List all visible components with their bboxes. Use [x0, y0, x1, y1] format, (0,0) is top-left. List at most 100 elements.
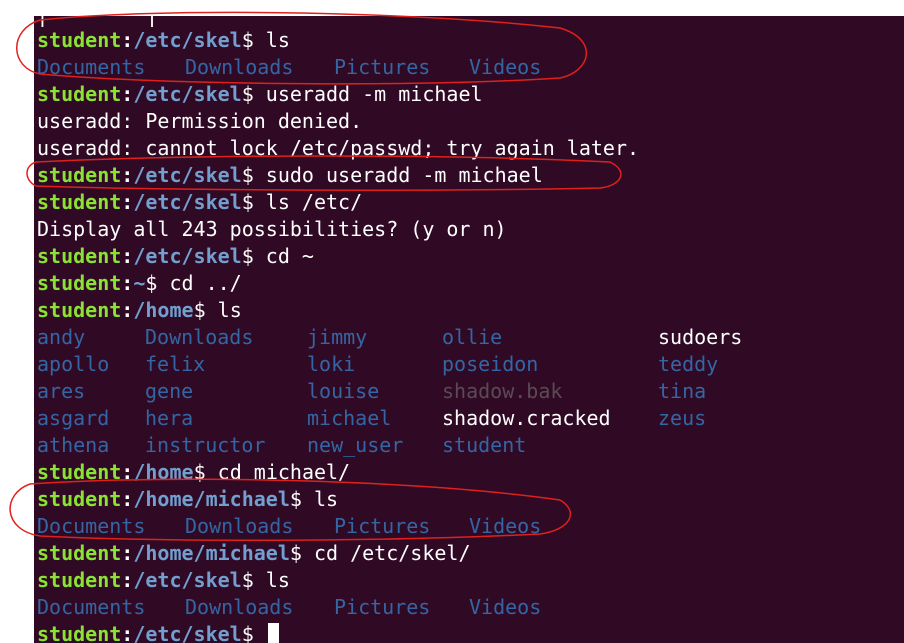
prompt-path: /etc/skel — [133, 82, 242, 106]
prompt-colon: : — [121, 271, 134, 295]
directory-entry: Videos — [469, 55, 542, 79]
terminal-window[interactable]: [ ] student:/etc/skel$ lsDocumentsDownlo… — [34, 16, 904, 643]
prompt-line: student:/etc/skel$ ls — [37, 567, 639, 594]
prompt-user: student — [37, 541, 122, 565]
prompt-line: student:/etc/skel$ ls /etc/ — [37, 189, 639, 216]
prompt-line: student:~$ cd ../ — [37, 270, 639, 297]
home-entry: instructor — [145, 433, 266, 457]
prompt-dollar: $ — [241, 163, 254, 187]
prompt-line: student:/home$ ls — [37, 297, 639, 324]
command-text: ls — [253, 28, 290, 52]
prompt-path: /etc/skel — [133, 28, 242, 52]
prompt-user: student — [37, 28, 122, 52]
prompt-colon: : — [121, 244, 134, 268]
prompt-dollar: $ — [193, 460, 206, 484]
home-entry: tina — [658, 379, 707, 403]
output-line: Display all 243 possibilities? (y or n) — [37, 217, 507, 241]
prompt-path: /etc/skel — [133, 244, 242, 268]
home-entry: ollie — [442, 325, 503, 349]
prompt-dollar: $ — [193, 298, 206, 322]
prompt-user: student — [37, 82, 122, 106]
prompt-dollar: $ — [241, 622, 254, 643]
prompt-user: student — [37, 298, 122, 322]
prompt-dollar: $ — [145, 271, 158, 295]
prompt-dollar: $ — [241, 28, 254, 52]
command-text: ls — [205, 298, 242, 322]
prompt-line: student:/etc/skel$ sudo useradd -m micha… — [37, 162, 639, 189]
home-entry: teddy — [658, 352, 719, 376]
directory-entry: Downloads — [185, 55, 294, 79]
prompt-line: student:/etc/skel$ ls — [37, 27, 639, 54]
home-entry: sudoers — [658, 325, 743, 349]
prompt-colon: : — [121, 541, 134, 565]
home-entry: felix — [145, 352, 206, 376]
home-entry: jimmy — [307, 325, 368, 349]
home-entry: gene — [145, 379, 194, 403]
home-entry: andy — [37, 325, 86, 349]
home-entry: hera — [145, 406, 194, 430]
output-line: useradd: Permission denied. — [37, 109, 363, 133]
prompt-path: /etc/skel — [133, 622, 242, 643]
prompt-user: student — [37, 460, 122, 484]
prompt-dollar: $ — [241, 190, 254, 214]
prompt-user: student — [37, 244, 122, 268]
prompt-colon: : — [121, 568, 134, 592]
prompt-path: /home/michael — [133, 541, 290, 565]
directory-entry: Pictures — [334, 595, 431, 619]
prompt-path: /etc/skel — [133, 163, 242, 187]
directory-listing-line: Documents Downloads Pictures Videos — [37, 54, 639, 81]
prompt-colon: : — [121, 622, 134, 643]
home-entry: new_user — [307, 433, 404, 457]
prompt-user: student — [37, 271, 122, 295]
directory-listing-line: Documents Downloads Pictures Videos — [37, 513, 639, 540]
home-entry: shadow.bak — [442, 379, 563, 403]
prompt-line: student:/home/michael$ cd /etc/skel/ — [37, 540, 639, 567]
directory-entry: Documents — [37, 514, 146, 538]
prompt-line: student:/etc/skel$ useradd -m michael — [37, 81, 639, 108]
command-text: cd ~ — [253, 244, 314, 268]
command-text: ls — [301, 487, 339, 511]
home-entry: asgard — [37, 406, 110, 430]
home-entry: ares — [37, 379, 86, 403]
home-entry: Downloads — [145, 325, 254, 349]
home-entry: michael — [307, 406, 392, 430]
prompt-line: student:/etc/skel$ — [37, 621, 639, 643]
prompt-line: student:/home/michael$ ls — [37, 486, 639, 513]
prompt-line: student:/etc/skel$ cd ~ — [37, 243, 639, 270]
directory-entry: Downloads — [185, 514, 294, 538]
home-directory-listing: andy Downloads jimmy ollie sudoers apollo feli… — [37, 324, 742, 459]
prompt-user: student — [37, 487, 122, 511]
home-entry: shadow.cracked — [442, 406, 611, 430]
prompt-user: student — [37, 190, 122, 214]
prompt-user: student — [37, 622, 122, 643]
command-text: cd /etc/skel/ — [301, 541, 471, 565]
command-text: useradd -m michael — [253, 82, 483, 106]
prompt-colon: : — [121, 487, 134, 511]
home-entry: student — [442, 433, 527, 457]
prompt-user: student — [37, 568, 122, 592]
home-entry: loki — [307, 352, 356, 376]
prompt-colon: : — [121, 190, 134, 214]
directory-entry: Videos — [469, 595, 542, 619]
directory-listing-line: Documents Downloads Pictures Videos — [37, 594, 639, 621]
prompt-path: /etc/skel — [133, 568, 242, 592]
command-text — [254, 622, 266, 643]
prompt-dollar: $ — [289, 487, 302, 511]
prompt-path: /etc/skel — [133, 190, 242, 214]
prompt-colon: : — [121, 163, 134, 187]
command-text: ls /etc/ — [253, 190, 363, 214]
home-entry: apollo — [37, 352, 110, 376]
prompt-path: /home — [133, 298, 194, 322]
prompt-path: ~ — [133, 271, 146, 295]
command-text: cd michael/ — [205, 460, 351, 484]
prompt-user: student — [37, 163, 122, 187]
directory-entry: Pictures — [334, 55, 431, 79]
directory-entry: Videos — [469, 514, 542, 538]
prompt-dollar: $ — [241, 568, 254, 592]
home-entry: athena — [37, 433, 110, 457]
directory-entry: Documents — [37, 55, 146, 79]
prompt-colon: : — [121, 82, 134, 106]
text-cursor[interactable] — [267, 623, 279, 643]
prompt-path: /home/michael — [133, 487, 290, 511]
prompt-line: student:/home$ cd michael/ — [37, 459, 639, 486]
